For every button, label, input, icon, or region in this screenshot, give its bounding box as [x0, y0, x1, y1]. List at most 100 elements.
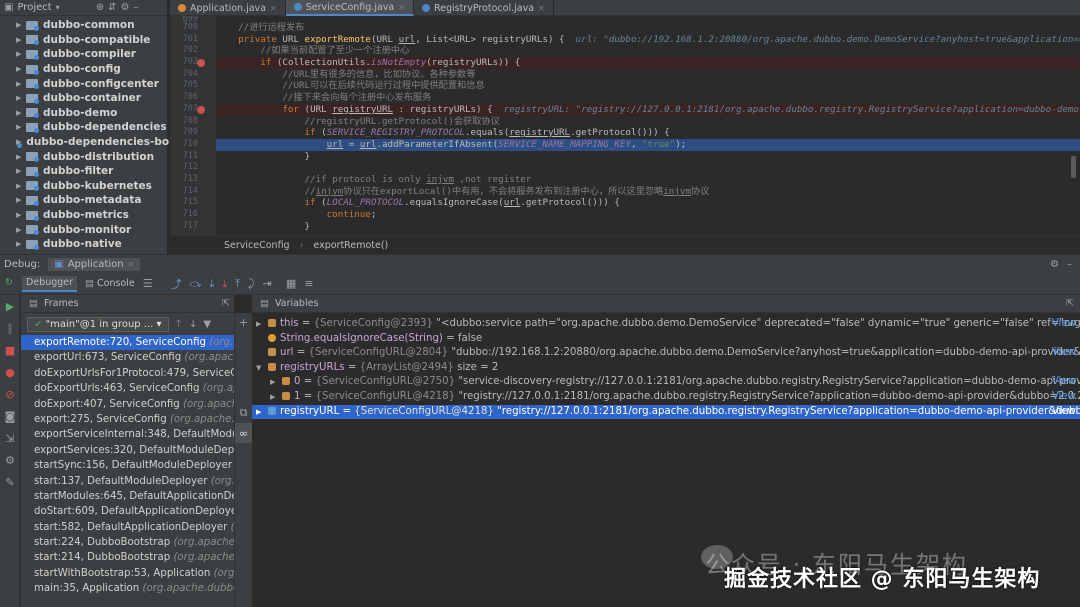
view-link[interactable]: View — [1052, 346, 1076, 361]
expand-arrow-icon[interactable]: ▶ — [270, 375, 282, 390]
expand-arrow-icon[interactable]: ▶ — [16, 240, 26, 248]
code-editor[interactable]: //进行远程发布 private URL exportRemote(URL ur… — [216, 16, 1080, 236]
frame-item[interactable]: startSync:156, DefaultModuleDeployer (or — [21, 458, 234, 473]
frame-item[interactable]: startWithBootstrap:53, Application (org.… — [21, 566, 234, 581]
thread-dropdown[interactable]: ✓ "main"@1 in group ... ▾ — [27, 316, 169, 332]
frame-item[interactable]: exportUrl:673, ServiceConfig (org.apache — [21, 350, 234, 365]
layout-icon[interactable]: ☰ — [143, 277, 153, 290]
debug-session-tab[interactable]: ▣ Application ✕ — [48, 257, 141, 271]
gear-icon[interactable]: ⚙ — [1050, 259, 1059, 270]
hide-icon[interactable]: – — [133, 2, 138, 13]
expand-arrow-icon[interactable]: ▶ — [256, 317, 268, 332]
variable-row[interactable]: ▶ 0 = {ServiceConfigURL@2750} "service-di… — [252, 375, 1080, 390]
tree-item[interactable]: ▶ dubbo-common — [0, 18, 167, 33]
view-breakpoints-icon[interactable]: ● — [0, 361, 20, 383]
resume-icon[interactable]: ▶ — [0, 295, 20, 317]
filter-icon[interactable]: ▼ — [203, 319, 211, 330]
rerun-icon[interactable]: ↻ — [5, 277, 13, 288]
chevron-down-icon[interactable]: ▾ — [56, 3, 60, 12]
tree-item[interactable]: ▶ dubbo-filter — [0, 164, 167, 179]
frame-item[interactable]: doExportUrls:463, ServiceConfig (org.apa — [21, 381, 234, 396]
expand-arrow-icon[interactable]: ▶ — [16, 50, 26, 58]
stop-icon[interactable]: ■ — [0, 339, 20, 361]
frame-item[interactable]: exportServiceInternal:348, DefaultModule… — [21, 427, 234, 442]
expand-arrow-icon[interactable]: ▶ — [16, 36, 26, 44]
close-icon[interactable]: ✕ — [270, 4, 277, 13]
frame-item[interactable]: start:224, DubboBootstrap (org.apache.d — [21, 535, 234, 550]
expand-arrow-icon[interactable]: ▶ — [16, 182, 26, 190]
frame-item[interactable]: start:214, DubboBootstrap (org.apache.d — [21, 550, 234, 565]
close-icon[interactable]: ✕ — [128, 260, 135, 269]
infinity-icon[interactable]: ∞ — [235, 423, 252, 443]
frame-item[interactable]: doExport:407, ServiceConfig (org.apache — [21, 397, 234, 412]
line-number-gutter[interactable]: 699 700 701 702 703 704 705 706 707 708 … — [170, 16, 216, 236]
tree-item[interactable]: ▶ dubbo-metadata — [0, 193, 167, 208]
force-step-into-icon[interactable]: ⤓ — [222, 277, 227, 291]
tree-item[interactable]: ▶ dubbo-demo — [0, 106, 167, 121]
expand-arrow-icon[interactable]: ▶ — [16, 226, 26, 234]
tree-item[interactable]: ▶dubbo-dependencies-bo — [0, 135, 169, 150]
breadcrumb-method[interactable]: exportRemote() — [313, 240, 388, 251]
tab-debugger[interactable]: Debugger — [22, 275, 78, 292]
tab-console[interactable]: ▤ Console — [81, 276, 139, 292]
tree-item[interactable]: ▶ dubbo-compatible — [0, 33, 167, 48]
add-watch-icon[interactable]: + — [235, 313, 252, 331]
frame-item[interactable]: main:35, Application (org.apache.dubbo.d — [21, 581, 234, 596]
expand-arrow-icon[interactable]: ▶ — [270, 390, 282, 405]
frame-item[interactable]: doExportUrlsFor1Protocol:479, ServiceCo — [21, 366, 234, 381]
drop-frame-icon[interactable]: ⤸ — [248, 277, 255, 291]
tree-item[interactable]: ▶ dubbo-compiler — [0, 47, 167, 62]
expand-arrow-icon[interactable]: ▶ — [16, 94, 26, 102]
tree-item[interactable]: ▶ dubbo-native — [0, 237, 167, 252]
tree-item[interactable]: ▶ dubbo-config — [0, 62, 167, 77]
copy-icon[interactable]: ⧉ — [235, 403, 252, 423]
step-out-icon[interactable]: ⤒ — [235, 277, 240, 291]
editor-scrollbar[interactable] — [1071, 156, 1076, 178]
mute-breakpoints-icon[interactable]: ⊘ — [0, 383, 20, 405]
variable-row[interactable]: ▶ 1 = {ServiceConfigURL@4218} "registry:/… — [252, 390, 1080, 405]
frame-item[interactable]: exportServices:320, DefaultModuleDeploy — [21, 443, 234, 458]
expand-arrow-icon[interactable]: ▼ — [256, 361, 268, 376]
pause-icon[interactable]: ∥ — [0, 317, 20, 339]
variable-row[interactable]: String.equalsIgnoreCase(String) = false — [252, 332, 1080, 347]
expand-arrow-icon[interactable]: ▶ — [16, 211, 26, 219]
tree-item[interactable]: ▶ dubbo-kubernetes — [0, 179, 167, 194]
expand-arrow-icon[interactable]: ▶ — [16, 123, 26, 131]
view-link[interactable]: View — [1052, 405, 1076, 420]
close-icon[interactable]: ✕ — [398, 3, 405, 12]
expand-arrow-icon[interactable]: ▶ — [16, 167, 26, 175]
expand-arrow-icon[interactable]: ▶ — [16, 153, 26, 161]
tab-serviceconfig-java[interactable]: ServiceConfig.java ✕ — [285, 0, 414, 16]
pin-icon[interactable]: ✎ — [0, 471, 20, 493]
expand-arrow-icon[interactable]: ▶ — [16, 65, 26, 73]
down-arrow-icon[interactable]: ↓ — [189, 319, 197, 330]
frame-item[interactable]: export:275, ServiceConfig (org.apache.du — [21, 412, 234, 427]
hide-icon[interactable]: – — [1067, 259, 1072, 270]
tree-item[interactable]: ▶ dubbo-monitor — [0, 222, 167, 237]
frame-item[interactable]: exportRemote:720, ServiceConfig (org.apa — [21, 335, 234, 351]
frame-item[interactable]: startModules:645, DefaultApplicationDepl — [21, 489, 234, 504]
restore-layout-icon[interactable]: ⇲ — [0, 427, 20, 449]
variable-row[interactable]: ▼ registryURLs = {ArrayList@2494} size = … — [252, 361, 1080, 376]
run-to-cursor-icon[interactable]: ⇥ — [263, 277, 272, 290]
expand-arrow-icon[interactable]: ▶ — [16, 21, 26, 29]
variable-row[interactable]: url = {ServiceConfigURL@2804} "dubbo://1… — [252, 346, 1080, 361]
tab-registryprotocol-java[interactable]: RegistryProtocol.java ✕ — [414, 0, 554, 16]
expand-arrow-icon[interactable]: ▶ — [256, 405, 268, 420]
target-icon[interactable]: ⊕ — [96, 2, 104, 13]
gear-icon[interactable]: ⚙ — [120, 2, 129, 13]
up-arrow-icon[interactable]: ↑ — [175, 319, 183, 330]
breakpoint-icon[interactable] — [197, 59, 205, 68]
view-link[interactable]: View — [1052, 390, 1076, 405]
camera-icon[interactable]: ◙ — [0, 405, 20, 427]
close-icon[interactable]: ✕ — [538, 4, 545, 13]
frame-item[interactable]: doStart:609, DefaultApplicationDeployer … — [21, 504, 234, 519]
expand-arrow-icon[interactable]: ▶ — [16, 109, 26, 117]
view-link[interactable]: View — [1052, 317, 1076, 332]
expand-arrow-icon[interactable]: ▶ — [16, 196, 26, 204]
show-execution-point-icon[interactable]: ⤴ — [171, 276, 182, 292]
variable-row[interactable]: ▶ this = {ServiceConfig@2393} "<dubbo:ser… — [252, 317, 1080, 332]
expand-arrow-icon[interactable]: ▶ — [16, 80, 26, 88]
variable-row[interactable]: ▶ registryURL = {ServiceConfigURL@4218} "… — [252, 404, 1080, 420]
settings-icon[interactable]: ⚙ — [0, 449, 20, 471]
